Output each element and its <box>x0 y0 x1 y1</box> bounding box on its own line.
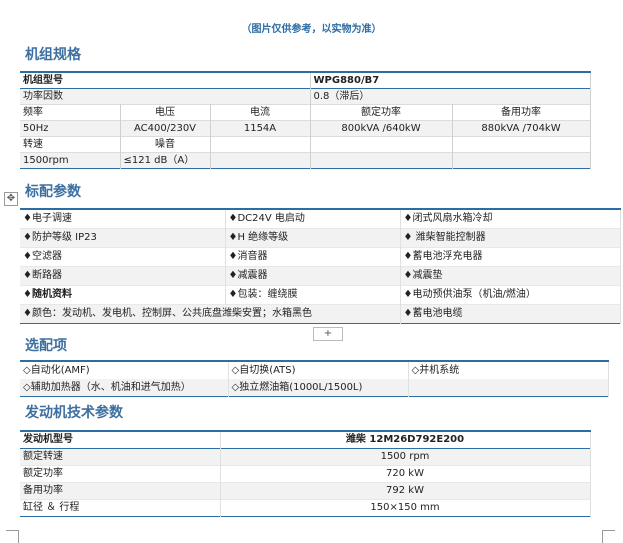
header-cell: 电压 <box>120 104 211 121</box>
header-cell: 电流 <box>210 104 311 121</box>
list-item: ♦颜色：发动机、发电机、控制屏、公共底盘潍柴安置；水箱黑色 <box>20 304 401 324</box>
header-cell: 频率 <box>20 104 121 121</box>
list-item <box>408 379 609 397</box>
list-item: ♦随机资料 <box>20 285 226 305</box>
row-value: 792 kW <box>220 482 591 500</box>
list-item: ♦闭式风扇水箱冷却 <box>400 209 621 229</box>
table-row: 缸径 ＆ 行程 150×150 mm <box>20 499 591 517</box>
table-row: 机组型号 WPG880/B7 <box>20 72 591 89</box>
row-label: 备用功率 <box>20 482 221 500</box>
table-row: ♦颜色：发动机、发电机、控制屏、公共底盘潍柴安置；水箱黑色 ♦蓄电池电缆 <box>20 304 621 324</box>
speed-value: 1500rpm <box>20 152 121 169</box>
table-row: ◇自动化(AMF) ◇自切换(ATS) ◇并机系统 <box>20 361 609 379</box>
table-row: ♦随机资料 ♦包装：缠绕膜 ♦电动预供油泵（机油/燃油） <box>20 285 621 305</box>
noise-value: ≤121 dB（A） <box>120 152 211 169</box>
header-cell: 备用功率 <box>452 104 591 121</box>
table-row: ◇辅助加热器（水、机油和进气加热） ◇独立燃油箱(1000L/1500L) <box>20 379 609 397</box>
row-value: 1500 rpm <box>220 448 591 466</box>
header-cell: 额定功率 <box>310 104 453 121</box>
table-row: 转速 噪音 <box>20 136 591 153</box>
list-item: ◇辅助加热器（水、机油和进气加热） <box>20 379 229 397</box>
table-row: ♦空滤器 ♦消音器 ♦蓄电池浮充电器 <box>20 247 621 267</box>
value-cell: 880kVA /704kW <box>452 120 591 137</box>
value-cell: 800kVA /640kW <box>310 120 453 137</box>
list-item: ♦蓄电池电缆 <box>400 304 621 324</box>
list-item: ♦DC24V 电启动 <box>225 209 401 229</box>
add-row-button[interactable]: + <box>313 327 343 341</box>
value-cell: 1154A <box>210 120 311 137</box>
list-item: ♦消音器 <box>225 247 401 267</box>
list-item: ♦防护等级 IP23 <box>20 228 226 248</box>
table-move-handle-icon[interactable]: ✥ <box>4 192 18 206</box>
table-row: 备用功率 792 kW <box>20 482 591 500</box>
spec-table: 机组型号 WPG880/B7 功率因数 0.8（滞后） 频率 电压 电流 额定功… <box>20 71 591 169</box>
list-item: ♦减震器 <box>225 266 401 286</box>
table-row: ♦断路器 ♦减震器 ♦减震垫 <box>20 266 621 286</box>
value-cell: 50Hz <box>20 120 121 137</box>
speed-label: 转速 <box>20 136 121 153</box>
table-row: 发动机型号 潍柴 12M26D792E200 <box>20 431 591 449</box>
row-label: 缸径 ＆ 行程 <box>20 499 221 517</box>
table-row: 1500rpm ≤121 dB（A） <box>20 152 591 169</box>
pf-value: 0.8（滞后） <box>310 88 591 105</box>
list-item: ♦电动预供油泵（机油/燃油） <box>400 285 621 305</box>
page-corner-mark <box>6 530 19 543</box>
optional-config-table: ◇自动化(AMF) ◇自切换(ATS) ◇并机系统 ◇辅助加热器（水、机油和进气… <box>20 360 609 397</box>
value-cell: AC400/230V <box>120 120 211 137</box>
table-row: 50Hz AC400/230V 1154A 800kVA /640kW 880k… <box>20 120 591 137</box>
list-item: ♦电子调速 <box>20 209 226 229</box>
list-item: ♦断路器 <box>20 266 226 286</box>
row-value: 150×150 mm <box>220 499 591 517</box>
section-title-optional: 选配项 <box>25 338 67 354</box>
table-row: 功率因数 0.8（滞后） <box>20 88 591 105</box>
table-row: ♦防护等级 IP23 ♦H 绝缘等级 ♦ 潍柴智能控制器 <box>20 228 621 248</box>
standard-config-table: ♦电子调速 ♦DC24V 电启动 ♦闭式风扇水箱冷却 ♦防护等级 IP23 ♦H… <box>20 208 621 324</box>
list-item: ◇独立燃油箱(1000L/1500L) <box>228 379 409 397</box>
table-row: 频率 电压 电流 额定功率 备用功率 <box>20 104 591 121</box>
list-item: ◇并机系统 <box>408 361 609 379</box>
engine-table: 发动机型号 潍柴 12M26D792E200 额定转速 1500 rpm 额定功… <box>20 430 591 517</box>
list-item: ◇自切换(ATS) <box>228 361 409 379</box>
list-item: ♦包装：缠绕膜 <box>225 285 401 305</box>
disclaimer-note: （图片仅供参考，以实物为准） <box>241 24 382 35</box>
list-item: ◇自动化(AMF) <box>20 361 229 379</box>
section-title-engine: 发动机技术参数 <box>25 405 123 421</box>
table-row: 额定转速 1500 rpm <box>20 448 591 466</box>
list-item: ♦减震垫 <box>400 266 621 286</box>
list-item: ♦空滤器 <box>20 247 226 267</box>
table-row: 额定功率 720 kW <box>20 465 591 483</box>
row-value: 720 kW <box>220 465 591 483</box>
engine-model-label: 发动机型号 <box>20 431 221 449</box>
list-item: ♦H 绝缘等级 <box>225 228 401 248</box>
row-label: 额定转速 <box>20 448 221 466</box>
list-item: ♦蓄电池浮充电器 <box>400 247 621 267</box>
pf-label: 功率因数 <box>20 88 311 105</box>
page-corner-mark <box>602 530 615 543</box>
table-row: ♦电子调速 ♦DC24V 电启动 ♦闭式风扇水箱冷却 <box>20 209 621 229</box>
engine-model-value: 潍柴 12M26D792E200 <box>220 431 591 449</box>
noise-label: 噪音 <box>120 136 211 153</box>
model-label: 机组型号 <box>20 72 311 89</box>
section-title-specs: 机组规格 <box>25 47 81 63</box>
row-label: 额定功率 <box>20 465 221 483</box>
section-title-standard: 标配参数 <box>25 184 81 200</box>
model-value: WPG880/B7 <box>310 72 591 89</box>
list-item: ♦ 潍柴智能控制器 <box>400 228 621 248</box>
